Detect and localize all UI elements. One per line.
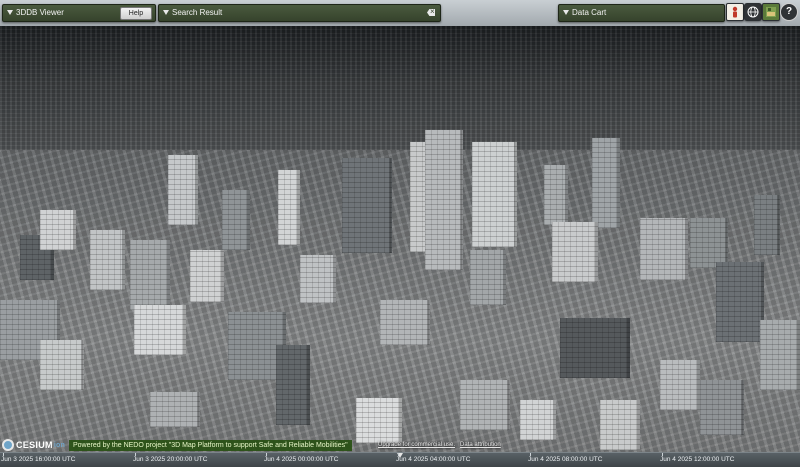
globe-icon (747, 6, 759, 18)
nedo-credit[interactable]: Powered by the NEDO project "3D Map Plat… (69, 440, 352, 451)
viewer-title: 3DDB Viewer (16, 8, 64, 17)
building-model[interactable] (168, 155, 198, 225)
building-model[interactable] (716, 262, 764, 342)
building-model[interactable] (690, 218, 728, 268)
building-model[interactable] (425, 130, 463, 270)
building-model[interactable] (470, 250, 506, 305)
layers-button[interactable] (762, 3, 780, 21)
building-model[interactable] (460, 380, 510, 430)
building-model[interactable] (150, 392, 200, 427)
building-model[interactable] (276, 345, 310, 425)
building-model[interactable] (134, 305, 186, 355)
building-model[interactable] (278, 170, 300, 245)
help-button[interactable]: Help (120, 7, 152, 20)
building-model[interactable] (700, 380, 744, 435)
building-model[interactable] (760, 320, 800, 390)
search-result-panel[interactable]: Search Result (158, 4, 441, 22)
3d-city-viewport[interactable] (0, 0, 800, 466)
credit-bar: CESIUM ion Powered by the NEDO project "… (0, 438, 800, 452)
clear-icon[interactable] (427, 9, 435, 16)
building-model[interactable] (754, 195, 780, 255)
timeline-tick-label: Jun 4 2025 12:00:00 UTC (660, 456, 735, 463)
globe-button[interactable] (744, 3, 762, 21)
building-model[interactable] (356, 398, 402, 443)
cesium-logo-text: CESIUM (16, 440, 53, 450)
building-model[interactable] (640, 218, 688, 280)
building-model[interactable] (130, 240, 170, 310)
timeline-tick-label: Jun 4 2025 00:00:00 UTC (264, 456, 339, 463)
cesium-globe-icon (2, 439, 14, 451)
attribution-links: Upgrade for commercial use. Data attribu… (378, 440, 501, 451)
building-model[interactable] (660, 360, 700, 410)
question-icon[interactable]: ? (780, 3, 798, 21)
building-model[interactable] (300, 255, 336, 303)
building-model[interactable] (472, 142, 517, 247)
cesium-logo-suffix: ion (53, 441, 66, 449)
upgrade-link[interactable]: Upgrade for commercial use. (378, 442, 455, 448)
collapse-triangle-icon[interactable] (163, 10, 169, 15)
timeline-tick-label: Jun 4 2025 04:00:00 UTC (396, 456, 471, 463)
building-model[interactable] (560, 318, 630, 378)
distant-city-terrain (0, 26, 800, 166)
layers-icon (766, 7, 776, 17)
viewer-panel[interactable]: 3DDB Viewer Help (2, 4, 156, 22)
building-model[interactable] (190, 250, 224, 302)
building-model[interactable] (380, 300, 430, 345)
building-model[interactable] (90, 230, 125, 290)
building-model[interactable] (222, 190, 250, 250)
timeline[interactable]: Jun 3 2025 16:00:00 UTC Jun 3 2025 20:00:… (0, 452, 800, 467)
data-cart-panel[interactable]: Data Cart (558, 4, 725, 22)
collapse-triangle-icon[interactable] (7, 10, 13, 15)
data-attribution-link[interactable]: Data attribution (460, 442, 501, 448)
cesium-logo[interactable]: CESIUM ion (2, 439, 65, 451)
building-model[interactable] (544, 165, 568, 225)
search-result-title: Search Result (172, 8, 223, 17)
person-button[interactable] (726, 3, 744, 21)
timeline-tick-label: Jun 3 2025 20:00:00 UTC (133, 456, 208, 463)
building-model[interactable] (40, 210, 76, 250)
timeline-tick-label: Jun 3 2025 16:00:00 UTC (1, 456, 76, 463)
building-model[interactable] (520, 400, 556, 440)
timeline-tick-label: Jun 4 2025 08:00:00 UTC (528, 456, 603, 463)
collapse-triangle-icon[interactable] (563, 10, 569, 15)
building-model[interactable] (40, 340, 84, 390)
person-icon (732, 6, 738, 18)
data-cart-title: Data Cart (572, 8, 607, 17)
building-model[interactable] (552, 222, 598, 282)
building-model[interactable] (342, 158, 392, 253)
building-model[interactable] (592, 138, 620, 228)
